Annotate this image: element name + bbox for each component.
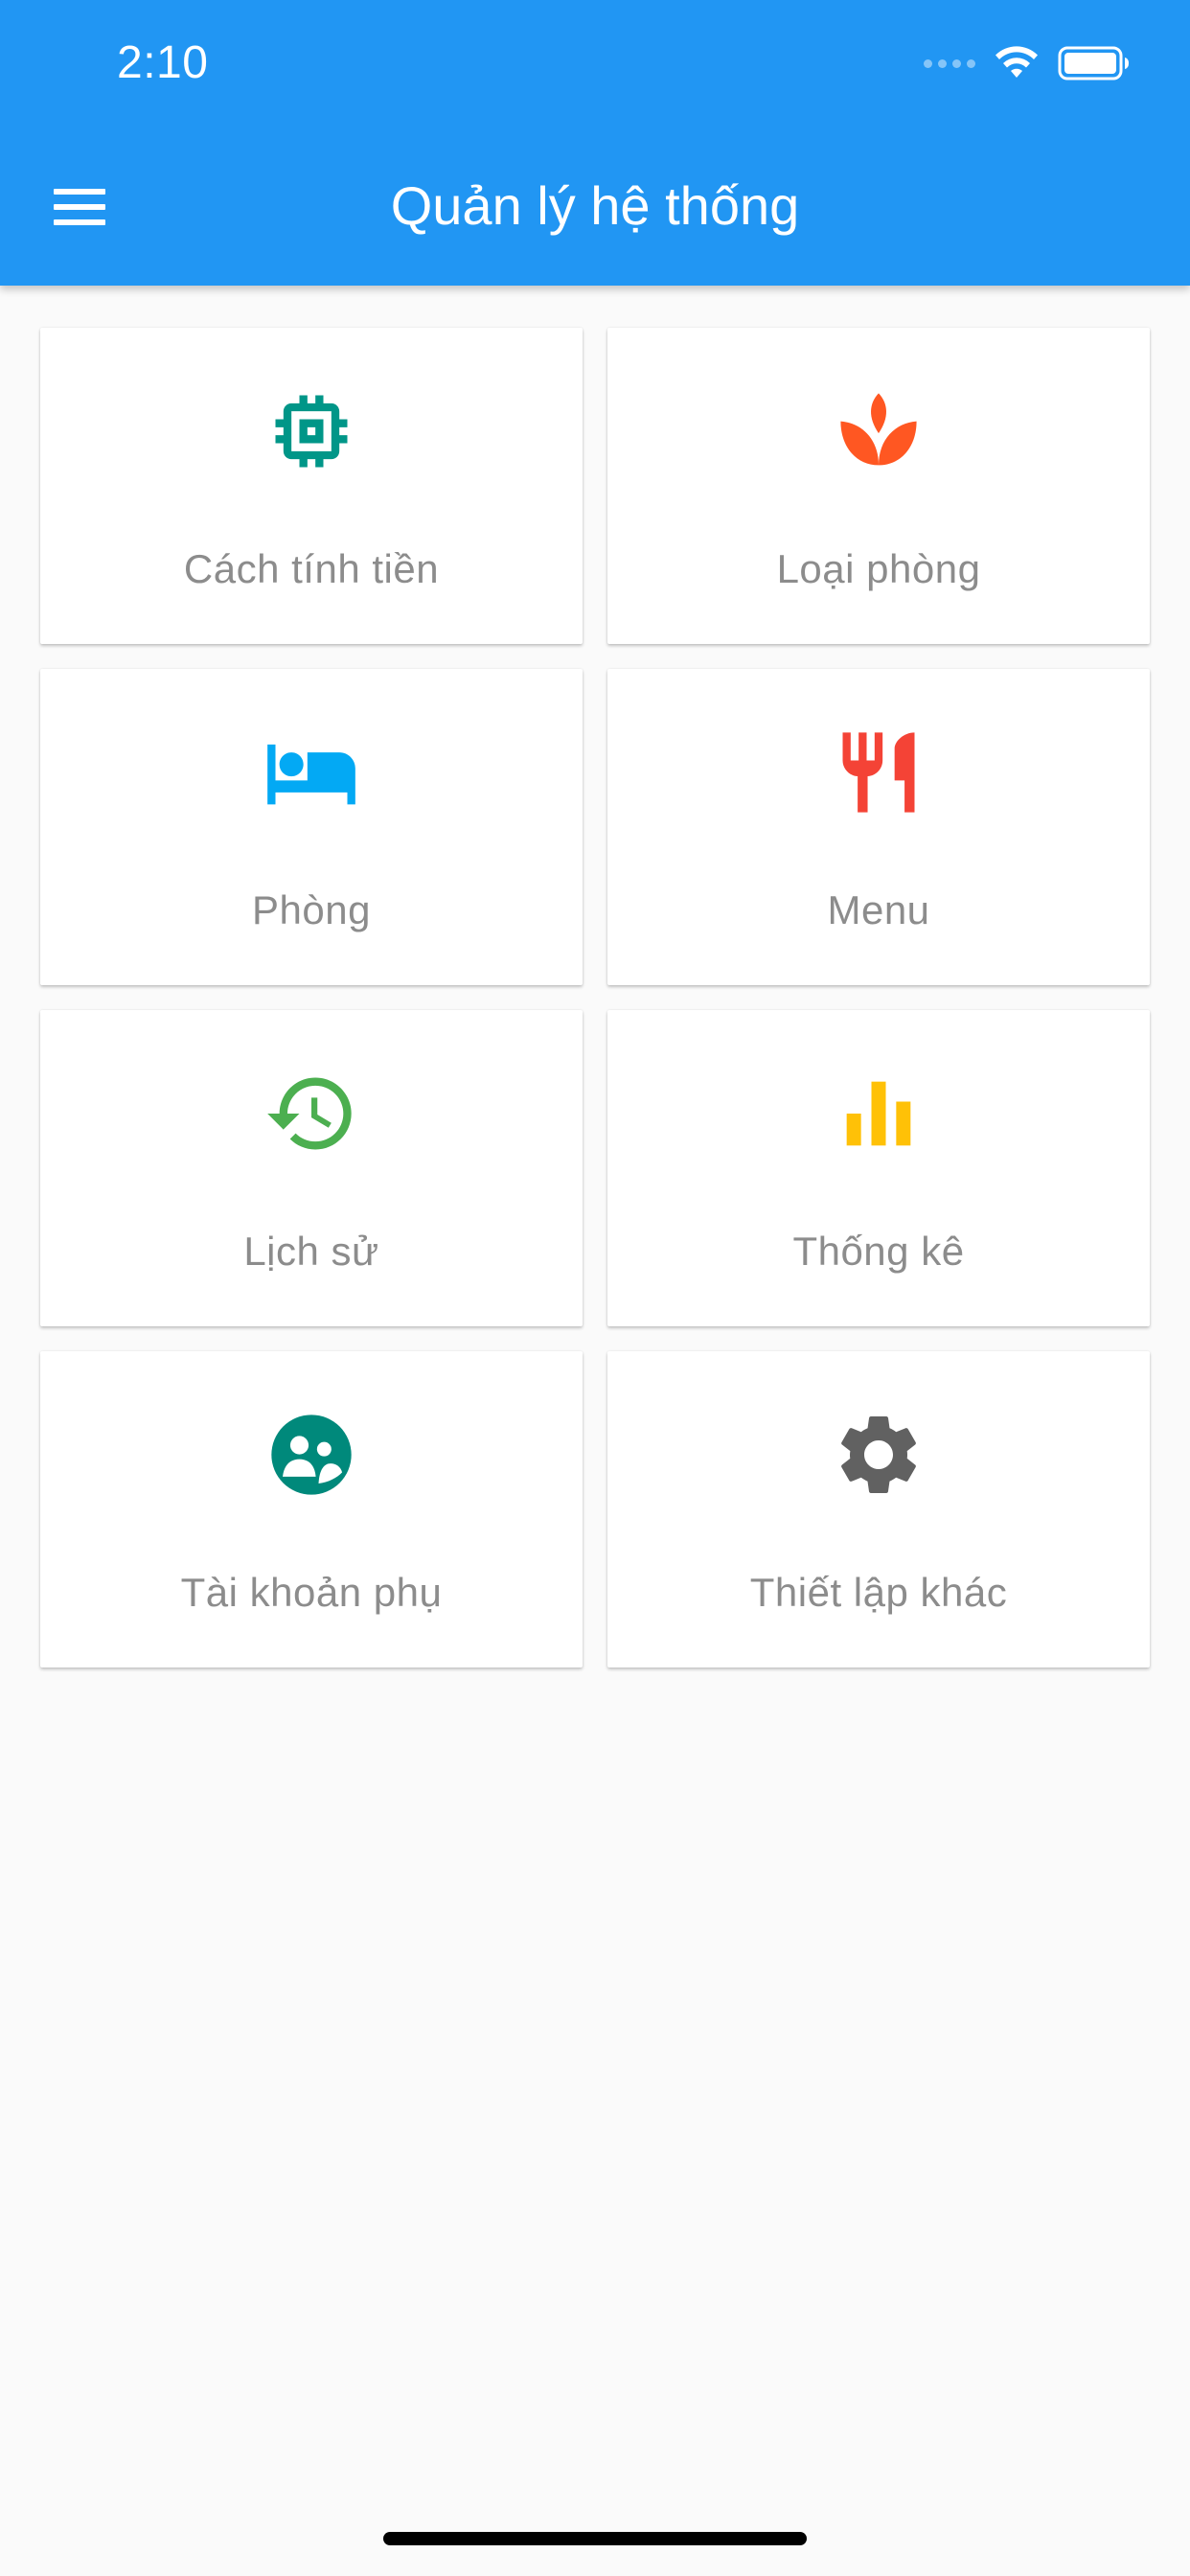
menu-grid: Cách tính tiền Loại phòng Phòng Menu Lịc…: [40, 328, 1150, 1668]
chip-icon: [263, 383, 359, 479]
cellular-signal-icon: [924, 58, 975, 68]
supervisor-account-icon: [263, 1407, 359, 1503]
tile-menu[interactable]: Menu: [607, 669, 1150, 985]
tile-label: Phòng: [252, 887, 371, 932]
spa-icon: [831, 383, 927, 479]
tile-label: Lịch sử: [243, 1229, 379, 1274]
tile-label: Thống kê: [792, 1229, 965, 1274]
status-time: 2:10: [117, 37, 209, 88]
tile-label: Menu: [827, 887, 930, 932]
tile-rooms[interactable]: Phòng: [40, 669, 583, 985]
tile-room-type[interactable]: Loại phòng: [607, 328, 1150, 644]
tile-label: Thiết lập khác: [749, 1570, 1008, 1615]
tile-label: Cách tính tiền: [183, 546, 440, 591]
gear-icon: [831, 1407, 927, 1503]
bar-chart-icon: [831, 1066, 927, 1162]
tile-label: Tài khoản phụ: [180, 1570, 443, 1615]
bed-icon: [263, 724, 359, 820]
wifi-icon: [995, 46, 1038, 78]
tile-billing-method[interactable]: Cách tính tiền: [40, 328, 583, 644]
home-indicator[interactable]: [383, 2532, 807, 2545]
tile-history[interactable]: Lịch sử: [40, 1010, 583, 1326]
screen: 2:10 Quản lý hệ thống Cách tính tiền Loạ…: [0, 0, 1190, 2576]
tile-sub-accounts[interactable]: Tài khoản phụ: [40, 1351, 583, 1668]
tile-statistics[interactable]: Thống kê: [607, 1010, 1150, 1326]
app-bar: 2:10 Quản lý hệ thống: [0, 0, 1190, 286]
page-title: Quản lý hệ thống: [390, 175, 800, 236]
status-icons: [924, 42, 1131, 84]
history-icon: [263, 1066, 359, 1162]
tile-other-settings[interactable]: Thiết lập khác: [607, 1351, 1150, 1668]
tile-label: Loại phòng: [776, 546, 981, 591]
restaurant-icon: [831, 724, 927, 820]
battery-icon: [1058, 46, 1129, 80]
